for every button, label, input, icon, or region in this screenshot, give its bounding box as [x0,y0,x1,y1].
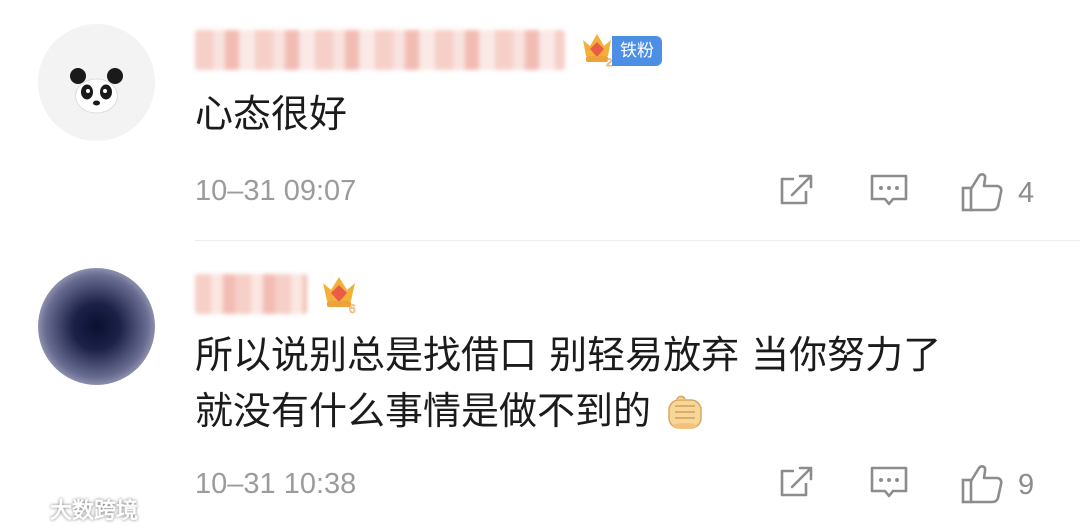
comment-text-line-2: 就没有什么事情是做不到的 [195,383,1055,447]
fan-badge: 铁粉 [612,36,662,66]
panda-avatar-icon [38,24,155,141]
share-icon [780,466,813,497]
crown-level-icon: 2 [580,28,614,72]
username-blurred[interactable] [195,30,565,70]
comment-text-line: 所以说别总是找借口 别轻易放弃 当你努力了 [195,333,942,377]
comment-item: 2 铁粉 心态很好 10–31 09:07 4 [0,0,1080,240]
share-button[interactable] [776,461,816,505]
svg-text:6: 6 [349,302,356,315]
like-button[interactable] [960,461,1006,511]
like-count: 9 [1018,469,1035,501]
username-blurred[interactable] [195,274,307,314]
reply-button[interactable] [868,461,910,507]
share-icon [780,174,813,205]
like-count: 4 [1018,177,1035,209]
avatar[interactable] [38,24,155,141]
comment-icon [870,466,908,498]
thumbs-up-icon [961,465,1003,504]
comment-actions: 4 [0,169,1080,219]
crown-level-icon: 6 [320,271,360,319]
thumbs-up-icon [961,173,1003,212]
watermark-logo-icon [6,494,44,525]
fist-emoji-icon [665,391,707,447]
comment-text-line: 就没有什么事情是做不到的 [195,389,652,433]
comment-item: 6 所以说别总是找借口 别轻易放弃 当你努力了 就没有什么事情是做不到的 10–… [0,241,1080,531]
comment-text: 所以说别总是找借口 别轻易放弃 当你努力了 就没有什么事情是做不到的 [195,327,1055,447]
comment-text: 心态很好 [195,92,348,136]
reply-button[interactable] [868,169,910,215]
comment-icon [870,174,908,206]
like-button[interactable] [960,169,1006,219]
avatar[interactable] [38,268,155,385]
comment-actions: 9 [0,461,1080,511]
watermark: 大数跨境 [6,493,138,525]
watermark-text: 大数跨境 [50,499,139,524]
share-button[interactable] [776,169,816,213]
